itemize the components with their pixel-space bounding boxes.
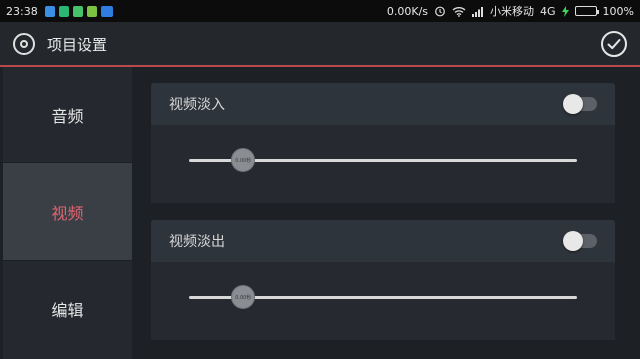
sidebar-item-label: 视频 [51,203,84,223]
status-bar: 23:38 0.00K/s 小米移动 4G 100% [0,0,640,22]
page-title: 项目设置 [47,35,108,54]
security-icon [58,5,69,17]
fade-in-panel: 视频淡入 0.00秒 [151,83,615,203]
sidebar-item-label: 编辑 [51,301,84,320]
screen: 23:38 0.00K/s 小米移动 4G 100% 项目设置 音频 视频 编辑… [0,0,640,359]
fade-out-slider-area: 0.00秒 [151,262,615,340]
charging-icon [561,5,569,17]
status-left: 23:38 [6,5,113,18]
signal-icon [472,6,484,17]
target-icon [13,33,35,55]
battery-percent: 100% [602,4,634,18]
slider-value: 0.00秒 [235,294,252,301]
battery-saver-icon [86,5,97,17]
net-speed: 0.00K/s [386,4,429,18]
fade-in-label: 视频淡入 [169,97,225,113]
toggle-knob [563,94,583,114]
fade-in-slider-thumb[interactable]: 0.00秒 [231,148,256,172]
sim-icon [72,5,83,17]
fade-in-header: 视频淡入 [151,83,615,125]
settings-content: 视频淡入 0.00秒 视频淡出 0.00秒 [132,67,640,359]
sidebar-item-edit[interactable]: 编辑 [3,261,132,357]
sidebar-item-audio[interactable]: 音频 [3,67,132,163]
sidebar: 音频 视频 编辑 [3,67,132,359]
fade-out-label: 视频淡出 [169,234,225,250]
shield-icon [44,5,55,17]
battery-indicator [574,6,599,16]
cloud-icon [100,5,113,17]
app-header: 项目设置 [0,22,640,66]
status-right: 0.00K/s 小米移动 4G 100% [387,3,634,19]
fade-out-panel: 视频淡出 0.00秒 [151,220,615,340]
fade-in-toggle[interactable] [563,94,597,114]
check-icon [607,39,621,50]
wifi-icon [452,6,466,17]
toggle-knob [563,231,583,251]
fade-in-slider-area: 0.00秒 [151,125,615,203]
network-type: 4G [540,4,556,18]
confirm-button[interactable] [601,31,627,57]
fade-out-header: 视频淡出 [151,220,615,262]
slider-value: 0.00秒 [235,157,252,164]
fade-out-toggle[interactable] [563,231,597,251]
fade-out-slider-thumb[interactable]: 0.00秒 [231,285,256,309]
carrier-name: 小米移动 [490,5,535,18]
sidebar-item-label: 音频 [51,106,84,126]
alarm-icon [435,6,445,17]
status-time: 23:38 [6,4,38,18]
sidebar-item-video[interactable]: 视频 [3,163,132,261]
